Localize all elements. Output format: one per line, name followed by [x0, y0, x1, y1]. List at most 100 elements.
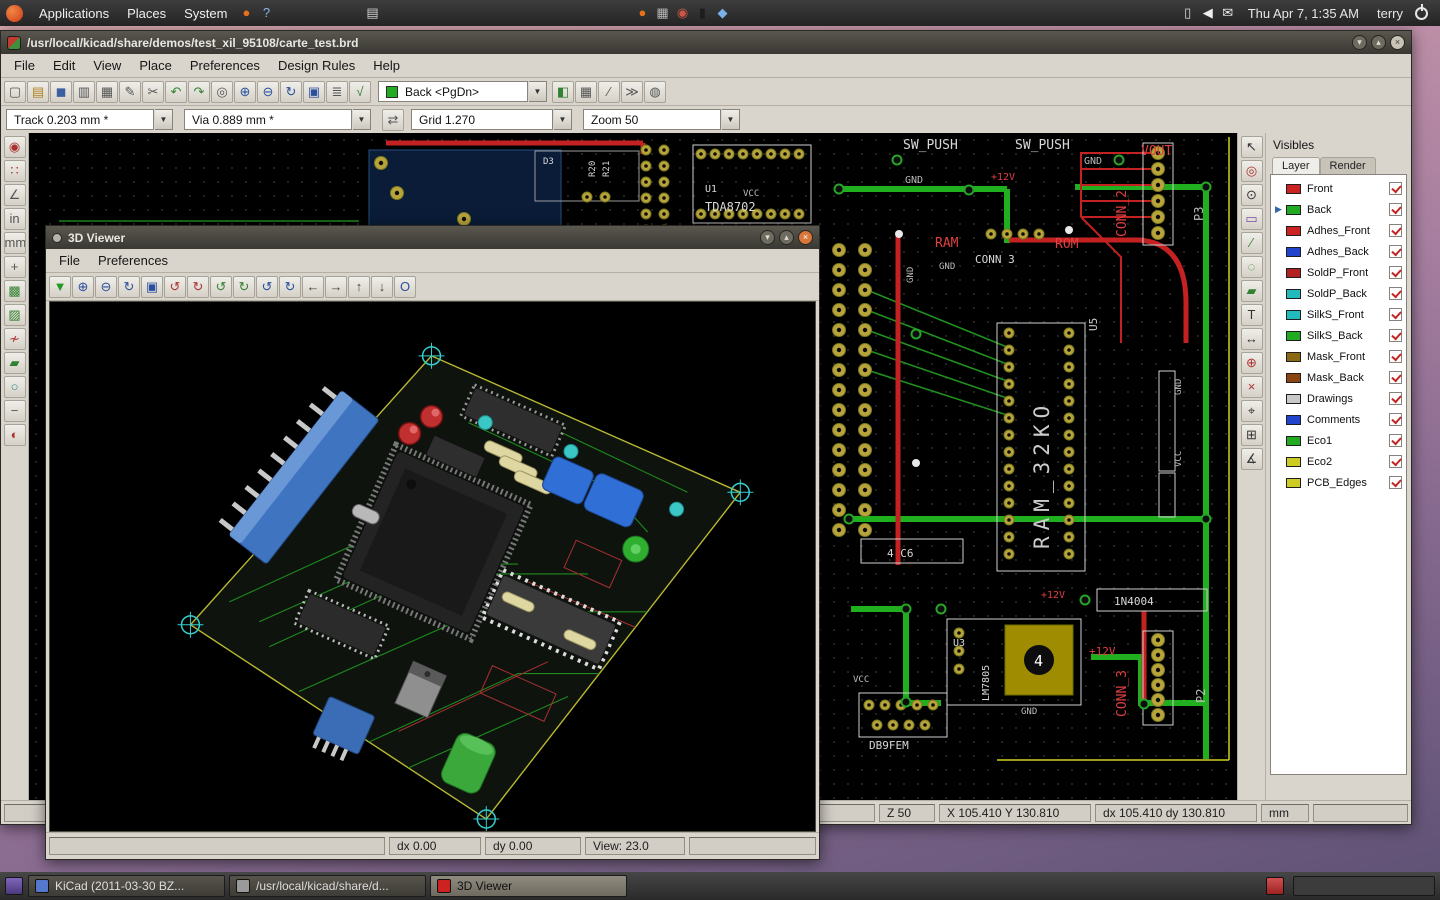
layer-color-swatch[interactable] [1286, 415, 1301, 425]
menu-file[interactable]: File [5, 55, 44, 76]
layer-color-swatch[interactable] [1286, 205, 1301, 215]
layer-visibility-checkbox[interactable] [1389, 308, 1402, 321]
layer-visibility-checkbox[interactable] [1389, 182, 1402, 195]
viewer3d-titlebar[interactable]: 3D Viewer ▾ ▴ × [46, 226, 819, 249]
find-items-icon[interactable]: ◎ [211, 81, 233, 103]
layer-visibility-checkbox[interactable] [1389, 329, 1402, 342]
rotate-x-neg-icon[interactable]: ↺ [164, 276, 186, 298]
menu-preferences[interactable]: Preferences [89, 250, 177, 271]
layer-visibility-checkbox[interactable] [1389, 350, 1402, 363]
user-menu[interactable]: terry [1377, 6, 1403, 21]
ortho-view-icon[interactable]: O [394, 276, 416, 298]
menu-system[interactable]: System [175, 2, 236, 25]
grid-origin-tool-icon[interactable]: ⊞ [1241, 424, 1263, 446]
drc-check-icon[interactable]: √ [349, 81, 371, 103]
layer-color-swatch[interactable] [1286, 184, 1301, 194]
zoom-in-icon[interactable]: ⊕ [72, 276, 94, 298]
viewer3d-close-button[interactable]: × [798, 230, 813, 245]
layer-color-swatch[interactable] [1286, 457, 1301, 467]
layer-row-adhes_front[interactable]: Adhes_Front [1271, 220, 1406, 241]
add-dimension-tool-icon[interactable]: ↔ [1241, 328, 1263, 350]
zoom-out-icon[interactable]: ⊖ [257, 81, 279, 103]
window-list-trough[interactable] [1293, 876, 1435, 896]
help-icon[interactable]: ? [256, 3, 276, 23]
new-board-icon[interactable]: ▢ [4, 81, 26, 103]
via-size-selector[interactable]: Via 0.889 mm * [184, 109, 352, 130]
layer-visibility-checkbox[interactable] [1389, 455, 1402, 468]
add-track-tool-icon[interactable]: ∕ [1241, 232, 1263, 254]
minimize-button[interactable]: ▾ [1352, 35, 1367, 50]
auto-track-width-icon[interactable]: ⇄ [382, 109, 404, 131]
pan-right-icon[interactable]: → [325, 276, 347, 298]
polar-coords-toggle-icon[interactable]: ∠ [4, 184, 26, 206]
layer-color-swatch[interactable] [1286, 268, 1301, 278]
zoom-out-icon[interactable]: ⊖ [95, 276, 117, 298]
layer-visibility-checkbox[interactable] [1389, 371, 1402, 384]
layer-row-mask_back[interactable]: Mask_Back [1271, 367, 1406, 388]
layer-color-swatch[interactable] [1286, 373, 1301, 383]
layer-color-swatch[interactable] [1286, 247, 1301, 257]
layer-color-swatch[interactable] [1286, 478, 1301, 488]
task-pcbnew-button[interactable]: /usr/local/kicad/share/d... [229, 875, 426, 897]
track-width-dropdown[interactable]: ▼ [155, 109, 173, 130]
viewer3d-minimize-button[interactable]: ▾ [760, 230, 775, 245]
close-button[interactable]: × [1390, 35, 1405, 50]
via-size-dropdown[interactable]: ▼ [353, 109, 371, 130]
pads-sketch-toggle-icon[interactable]: ○ [4, 376, 26, 398]
highlight-net-tool-icon[interactable]: ◎ [1241, 160, 1263, 182]
tray-terminal-icon[interactable]: ▮ [692, 3, 712, 23]
tracks-sketch-toggle-icon[interactable]: − [4, 400, 26, 422]
layer-selector-dropdown[interactable]: ▼ [529, 81, 547, 102]
measure-tool-icon[interactable]: ∡ [1241, 448, 1263, 470]
track-autodelete-toggle-icon[interactable]: ≁ [4, 328, 26, 350]
layer-color-swatch[interactable] [1286, 226, 1301, 236]
page-settings-icon[interactable]: ▥ [73, 81, 95, 103]
menu-design-rules[interactable]: Design Rules [269, 55, 364, 76]
show-desktop-icon[interactable] [5, 877, 23, 895]
layer-visibility-checkbox[interactable] [1389, 203, 1402, 216]
delete-tool-icon[interactable]: × [1241, 376, 1263, 398]
layer-row-eco2[interactable]: Eco2 [1271, 451, 1406, 472]
menu-view[interactable]: View [84, 55, 130, 76]
zones-display-toggle-icon[interactable]: ▰ [4, 352, 26, 374]
show-net-names-tool-icon[interactable]: ⊙ [1241, 184, 1263, 206]
drill-origin-tool-icon[interactable]: ⌖ [1241, 400, 1263, 422]
viewer3d-viewport[interactable] [49, 301, 816, 832]
add-footprint-tool-icon[interactable]: ▭ [1241, 208, 1263, 230]
pan-down-icon[interactable]: ↓ [371, 276, 393, 298]
zoom-fit-icon[interactable]: ▣ [141, 276, 163, 298]
tray-chat-icon[interactable]: ◆ [712, 3, 732, 23]
zoom-redraw-icon[interactable]: ↻ [280, 81, 302, 103]
units-inch-icon[interactable]: in [4, 208, 26, 230]
track-width-selector[interactable]: Track 0.203 mm * [6, 109, 154, 130]
netlist-dialog-icon[interactable]: ≣ [326, 81, 348, 103]
menu-help[interactable]: Help [364, 55, 409, 76]
layer-row-eco1[interactable]: Eco1 [1271, 430, 1406, 451]
volume-icon[interactable]: ◀ [1198, 3, 1218, 23]
mail-icon[interactable]: ✉ [1218, 3, 1238, 23]
layer-color-swatch[interactable] [1286, 436, 1301, 446]
units-mm-icon[interactable]: mm [4, 232, 26, 254]
tray-calculator-icon[interactable]: ▦ [652, 3, 672, 23]
save-board-icon[interactable]: ◼ [50, 81, 72, 103]
high-contrast-toggle-icon[interactable]: ◐ [4, 424, 26, 446]
pan-left-icon[interactable]: ← [302, 276, 324, 298]
grid-toggle-icon[interactable]: ∷ [4, 160, 26, 182]
ratsnest-toggle-icon[interactable]: ▩ [4, 280, 26, 302]
layer-row-back[interactable]: ▶Back [1271, 199, 1406, 220]
zoom-selector[interactable]: Zoom 50 [583, 109, 721, 130]
cursor-shape-toggle-icon[interactable]: + [4, 256, 26, 278]
window-titlebar[interactable]: /usr/local/kicad/share/demos/test_xil_95… [1, 31, 1411, 54]
tray-firefox-icon[interactable]: ● [632, 3, 652, 23]
select-tool-icon[interactable]: ↖ [1241, 136, 1263, 158]
show-layers-manager-icon[interactable]: ◧ [552, 81, 574, 103]
tray-colors-icon[interactable]: ◉ [672, 3, 692, 23]
zoom-fit-icon[interactable]: ▣ [303, 81, 325, 103]
layer-color-swatch[interactable] [1286, 331, 1301, 341]
print-board-icon[interactable]: ▦ [96, 81, 118, 103]
power-icon[interactable] [1415, 7, 1428, 20]
menu-place[interactable]: Place [130, 55, 181, 76]
layer-color-swatch[interactable] [1286, 289, 1301, 299]
drc-toggle-icon[interactable]: ◉ [4, 136, 26, 158]
layer-row-drawings[interactable]: Drawings [1271, 388, 1406, 409]
